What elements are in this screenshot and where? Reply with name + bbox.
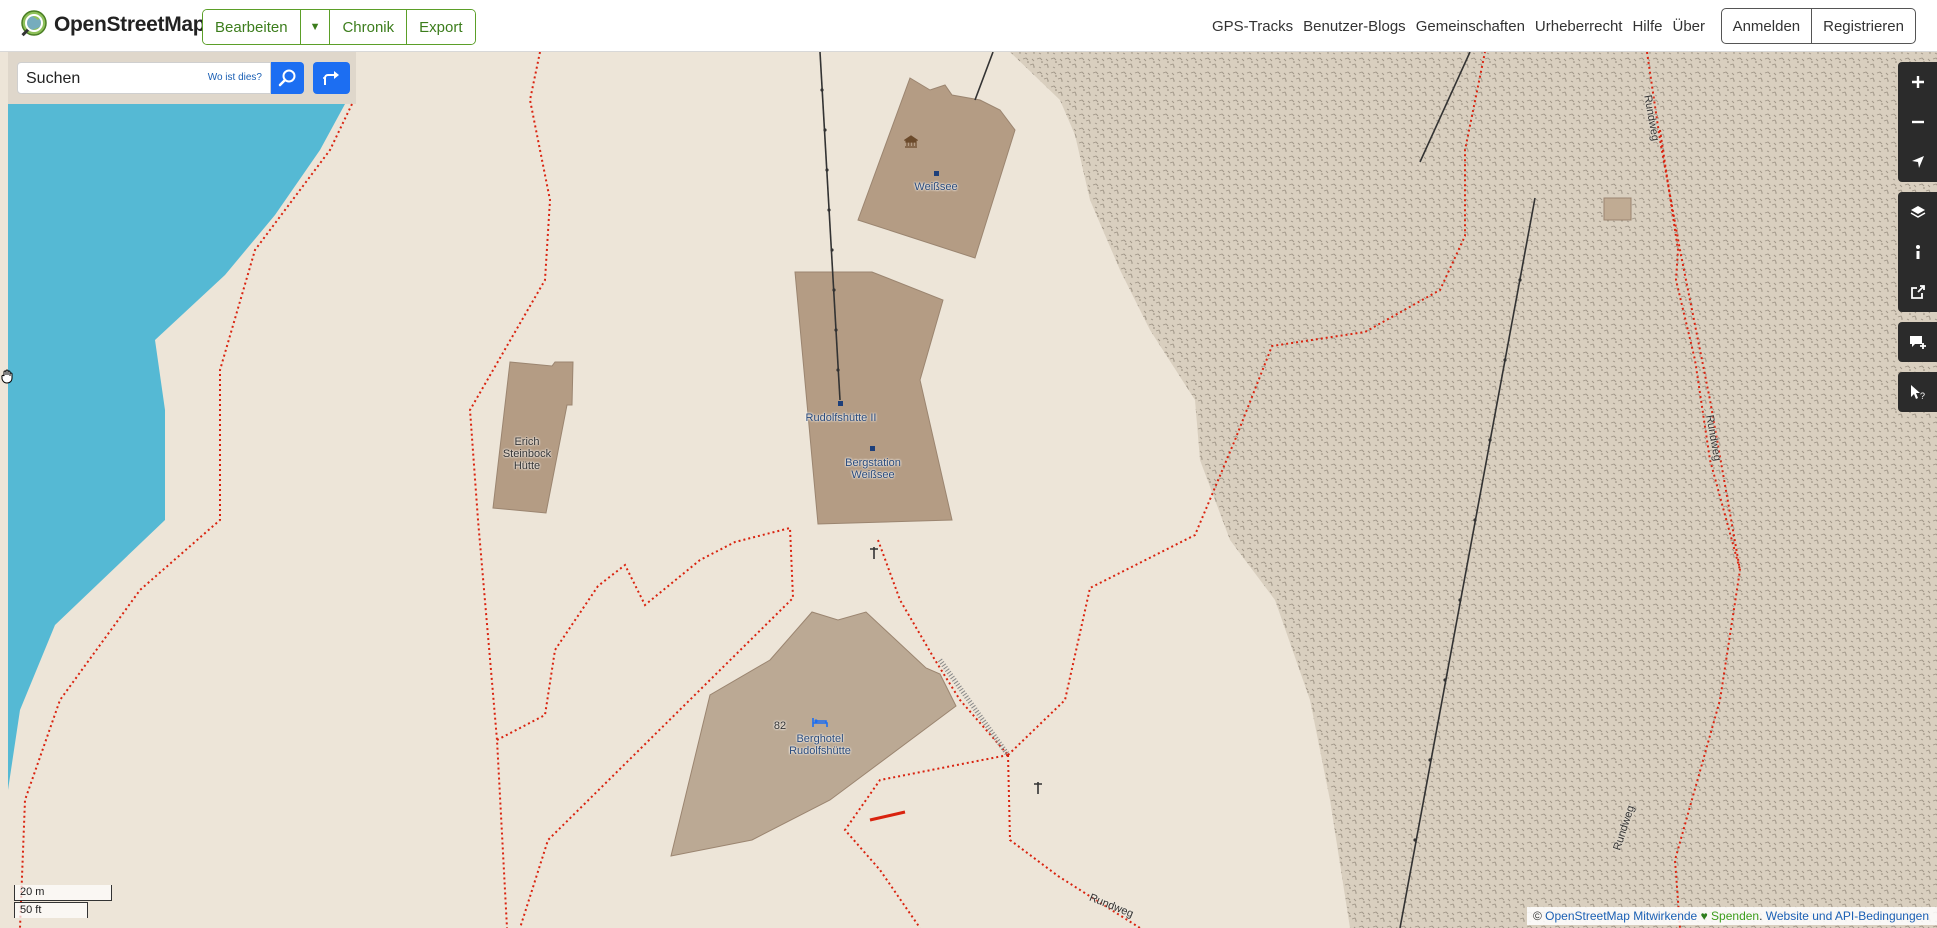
search-button[interactable]	[271, 62, 304, 94]
grab-cursor-icon	[1, 369, 13, 384]
scale-metric: 20 m	[14, 885, 112, 901]
directions-button[interactable]	[313, 62, 350, 94]
label-bergstation[interactable]: Bergstation Weißsee	[838, 457, 908, 481]
summit-cross-icon	[1034, 782, 1042, 794]
chevron-down-icon: ▼	[309, 21, 321, 33]
attribution: © OpenStreetMap Mitwirkende ♥ Spenden. W…	[1526, 907, 1937, 925]
logo[interactable]: OpenStreetMap	[18, 9, 206, 41]
building-small	[1603, 197, 1632, 221]
zoom-out-button[interactable]	[1898, 102, 1937, 142]
share-button[interactable]	[1898, 272, 1937, 312]
nav-gps-tracks[interactable]: GPS-Tracks	[1212, 18, 1293, 35]
museum-icon	[904, 135, 918, 148]
hotel-bed-icon	[812, 718, 828, 727]
station-bergstation-icon	[870, 446, 875, 451]
map-canvas[interactable]: Weißsee Rudolfshütte II Bergstation Weiß…	[0, 52, 1937, 928]
terms-link[interactable]: Website und API-Bedingungen	[1766, 909, 1929, 923]
nav-help[interactable]: Hilfe	[1632, 18, 1662, 35]
register-button[interactable]: Registrieren	[1812, 9, 1915, 43]
contributors-link[interactable]: OpenStreetMap Mitwirkende	[1545, 909, 1697, 923]
osm-logo-icon	[21, 10, 47, 37]
label-house-number: 82	[773, 720, 787, 732]
edit-button[interactable]: Bearbeiten	[203, 10, 301, 44]
export-button[interactable]: Export	[407, 10, 475, 44]
svg-text:?: ?	[1920, 391, 1925, 401]
donate-link[interactable]: Spenden	[1711, 909, 1759, 923]
history-button[interactable]: Chronik	[330, 10, 408, 44]
nav-about[interactable]: Über	[1672, 18, 1705, 35]
top-navigation: GPS-Tracks Benutzer-Blogs Gemeinschaften…	[1212, 9, 1705, 43]
summit-cross-icon	[870, 547, 878, 559]
header: OpenStreetMap Bearbeiten ▼ Chronik Expor…	[0, 0, 1937, 52]
locate-button[interactable]	[1898, 142, 1937, 182]
map-tiles	[0, 52, 1937, 928]
edit-dropdown-toggle[interactable]: ▼	[300, 10, 331, 44]
zoom-in-icon	[1911, 76, 1924, 88]
note-control	[1898, 322, 1937, 362]
search-icon	[278, 69, 295, 87]
legend-button[interactable]	[1898, 232, 1937, 272]
label-erich-steinbock[interactable]: Erich Steinbock Hütte	[497, 436, 557, 472]
search-input[interactable]	[18, 63, 218, 95]
nav-communities[interactable]: Gemeinschaften	[1416, 18, 1525, 35]
layers-button[interactable]	[1898, 192, 1937, 232]
zoom-in-button[interactable]	[1898, 62, 1937, 102]
map-controls	[1898, 192, 1937, 312]
nav-user-blogs[interactable]: Benutzer-Blogs	[1303, 18, 1406, 35]
nav-copyright[interactable]: Urheberrecht	[1535, 18, 1623, 35]
query-icon: ?	[1910, 385, 1925, 401]
zoom-out-icon	[1911, 120, 1924, 124]
logo-text: OpenStreetMap	[54, 13, 206, 36]
station-weisssee-icon	[934, 171, 939, 176]
login-button[interactable]: Anmelden	[1722, 9, 1813, 43]
query-control: ?	[1898, 372, 1937, 412]
directions-icon	[322, 71, 339, 85]
layers-icon	[1910, 206, 1925, 218]
note-icon	[1909, 336, 1926, 349]
heart-icon: ♥	[1700, 909, 1708, 923]
search-box: Wo ist dies?	[17, 62, 271, 95]
station-rudolfshuette-icon	[838, 401, 843, 406]
auth-button-group: Anmelden Registrieren	[1720, 8, 1916, 44]
scale-imperial: 50 ft	[14, 902, 88, 918]
copyright-symbol: ©	[1532, 909, 1542, 923]
share-icon	[1910, 285, 1925, 299]
label-weisssee[interactable]: Weißsee	[905, 181, 967, 193]
info-icon	[1915, 245, 1920, 259]
zoom-controls	[1898, 62, 1937, 182]
query-features-button[interactable]: ?	[1898, 372, 1937, 412]
edit-button-group: Bearbeiten ▼ Chronik Export	[202, 9, 476, 45]
where-is-this-link[interactable]: Wo ist dies?	[208, 72, 262, 83]
label-berghotel[interactable]: Berghotel Rudolfshütte	[785, 733, 855, 757]
add-note-button[interactable]	[1898, 322, 1937, 362]
locate-icon	[1911, 156, 1924, 168]
label-rudolfshuette-ii[interactable]: Rudolfshütte II	[803, 412, 879, 424]
